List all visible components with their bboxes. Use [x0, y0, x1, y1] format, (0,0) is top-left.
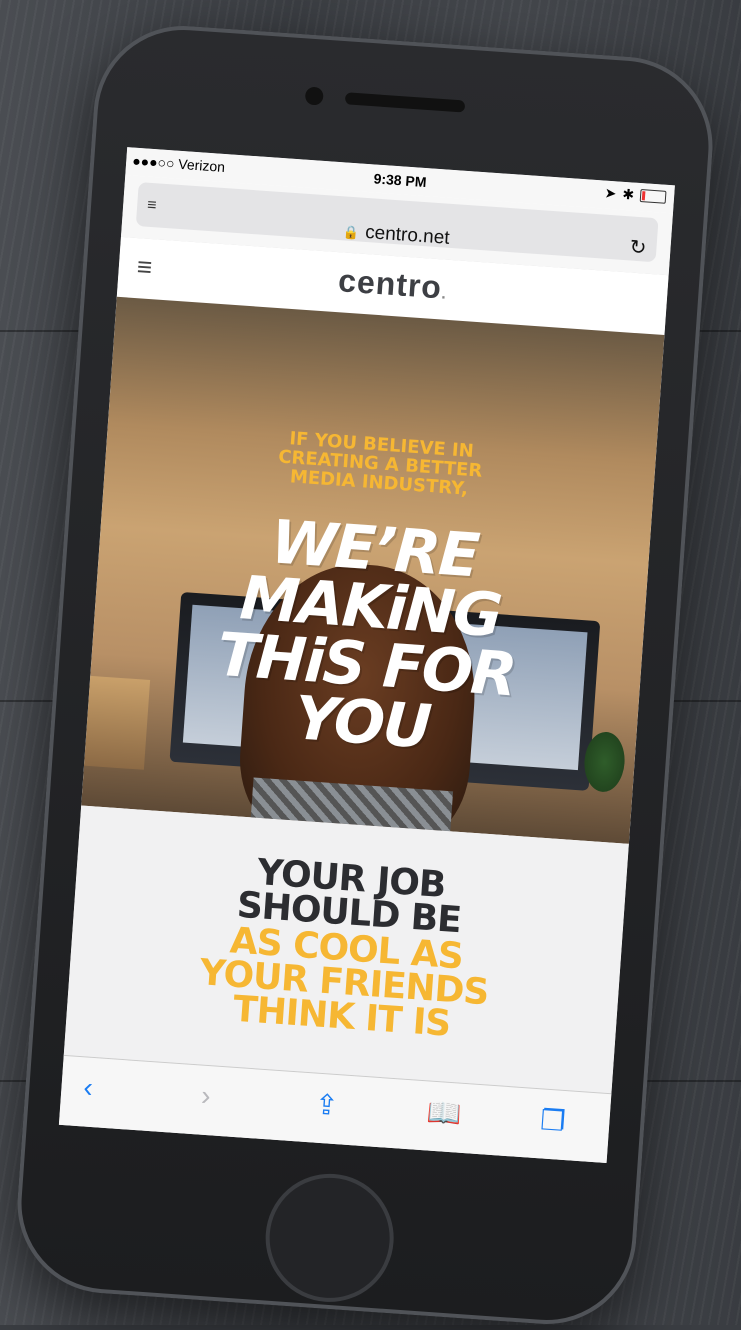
iphone-device: ●●●○○ Verizon 9:38 PM ➤ ✱ ≡ 🔒 centro.net … — [11, 19, 719, 1330]
home-button[interactable] — [261, 1169, 398, 1307]
back-arrow-icon[interactable]: ‹ — [82, 1071, 94, 1104]
url-text: centro.net — [364, 221, 451, 249]
share-icon[interactable]: ⇪ — [314, 1088, 340, 1123]
hero-kicker: IF YOU BELIEVE IN CREATING A BETTER MEDI… — [104, 416, 656, 511]
location-icon: ➤ — [604, 184, 618, 202]
bluetooth-icon: ✱ — [621, 185, 635, 203]
forward-arrow-icon[interactable]: › — [200, 1080, 211, 1113]
hero-banner: IF YOU BELIEVE IN CREATING A BETTER MEDI… — [81, 296, 665, 844]
logo-text: centro — [337, 262, 444, 306]
bookmarks-icon[interactable]: 📖 — [426, 1095, 463, 1130]
logo-mark: . — [440, 285, 448, 303]
battery-icon — [639, 189, 667, 204]
job-section: YOUR JOB SHOULD BE AS COOL AS YOUR FRIEN… — [63, 805, 629, 1094]
lock-icon: 🔒 — [342, 224, 360, 241]
phone-screen: ●●●○○ Verizon 9:38 PM ➤ ✱ ≡ 🔒 centro.net … — [58, 147, 675, 1164]
hero-headline: WE’RE MAKiNG THiS FOR YOU — [86, 501, 650, 771]
reload-icon[interactable]: ↻ — [629, 234, 647, 260]
earpiece-speaker — [344, 92, 466, 113]
tabs-icon[interactable]: ❐ — [539, 1103, 566, 1138]
front-camera — [304, 86, 324, 106]
